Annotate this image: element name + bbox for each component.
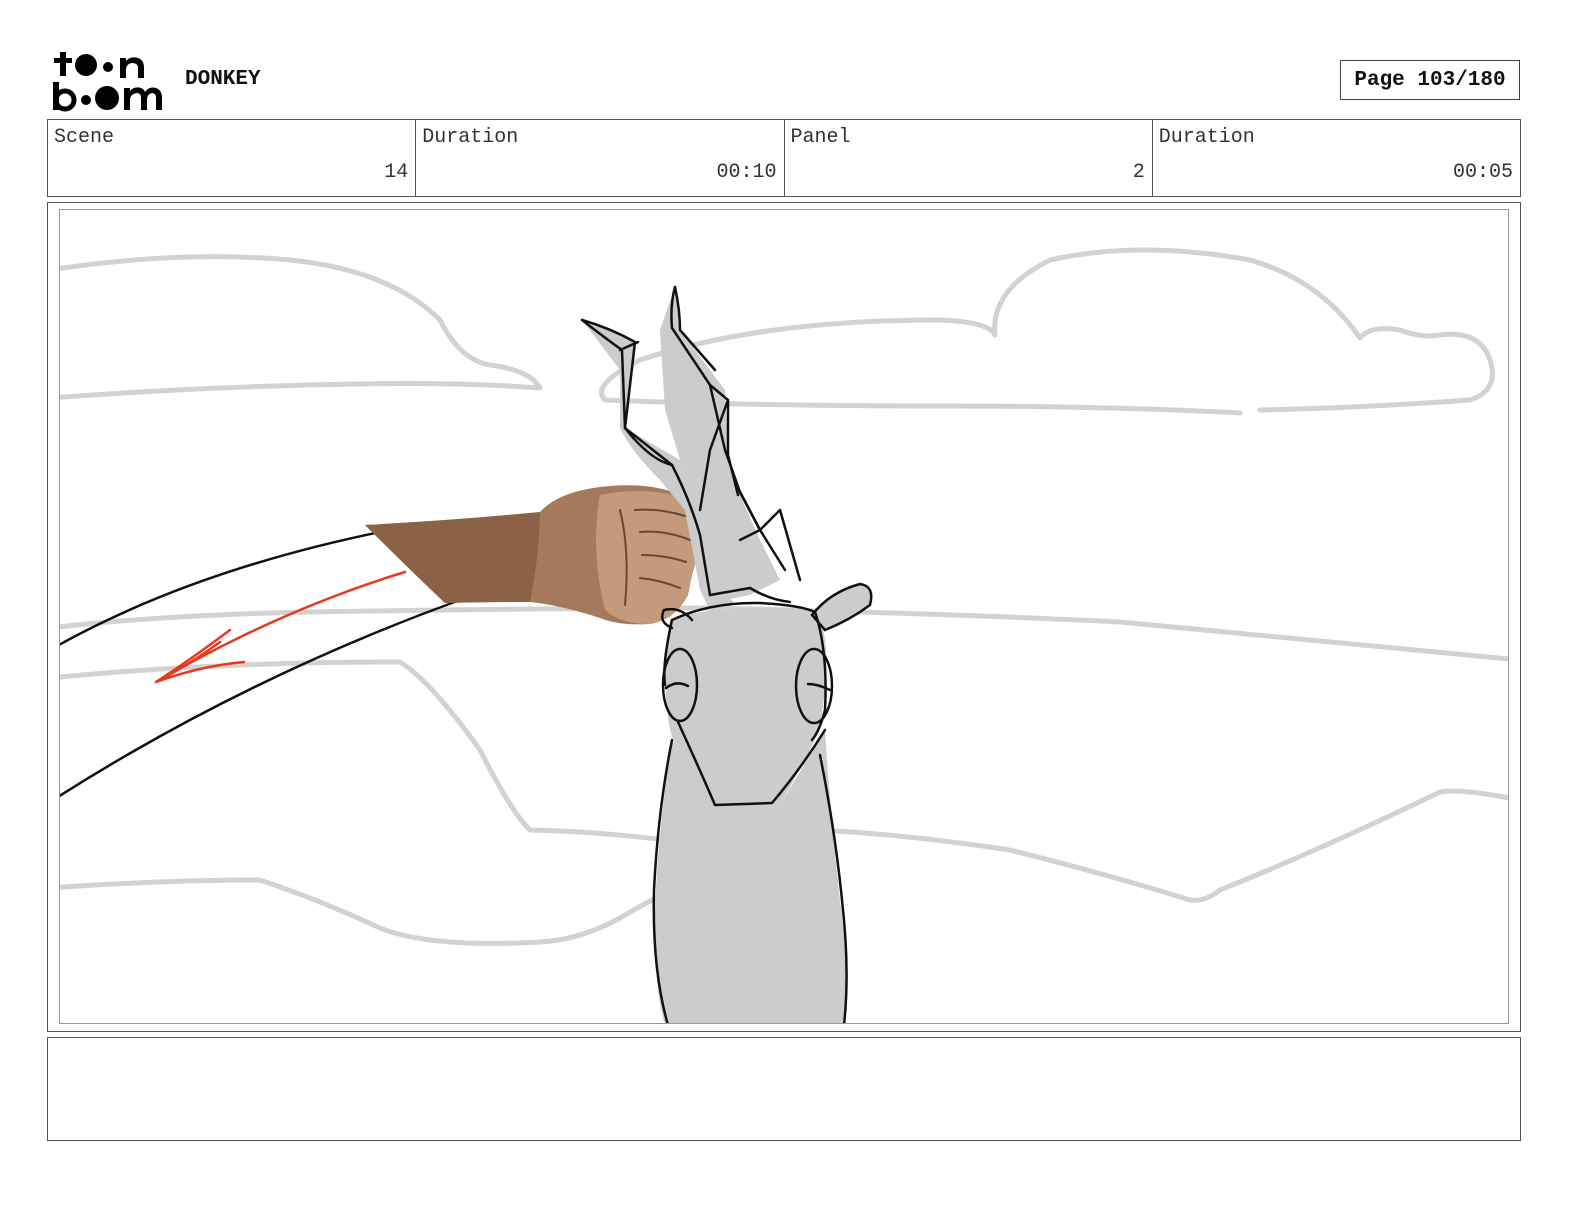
scene-label: Scene — [54, 126, 115, 149]
panel-cell: Panel 2 — [785, 120, 1153, 196]
page-indicator: Page 103/180 — [1340, 60, 1520, 100]
panel-notes-box — [47, 1037, 1521, 1141]
panel-image-area — [59, 209, 1509, 1024]
panel-duration-value: 00:05 — [1452, 161, 1513, 184]
panel-label: Panel — [790, 126, 851, 149]
storyboard-info-row: Scene 14 Duration 00:10 Panel 2 Duration… — [47, 119, 1521, 197]
toon-boom-logo — [53, 52, 162, 112]
panel-value: 2 — [1132, 161, 1145, 184]
project-title: DONKEY — [185, 68, 261, 91]
scene-duration-value: 00:10 — [716, 161, 777, 184]
scene-duration-cell: Duration 00:10 — [416, 120, 785, 196]
storyboard-sketch — [60, 247, 1508, 1023]
scene-value: 14 — [384, 161, 409, 184]
scene-duration-label: Duration — [422, 126, 519, 149]
panel-duration-label: Duration — [1158, 126, 1255, 149]
scene-cell: Scene 14 — [48, 120, 417, 196]
fist-photo — [365, 485, 702, 625]
panel-duration-cell: Duration 00:05 — [1153, 120, 1520, 196]
